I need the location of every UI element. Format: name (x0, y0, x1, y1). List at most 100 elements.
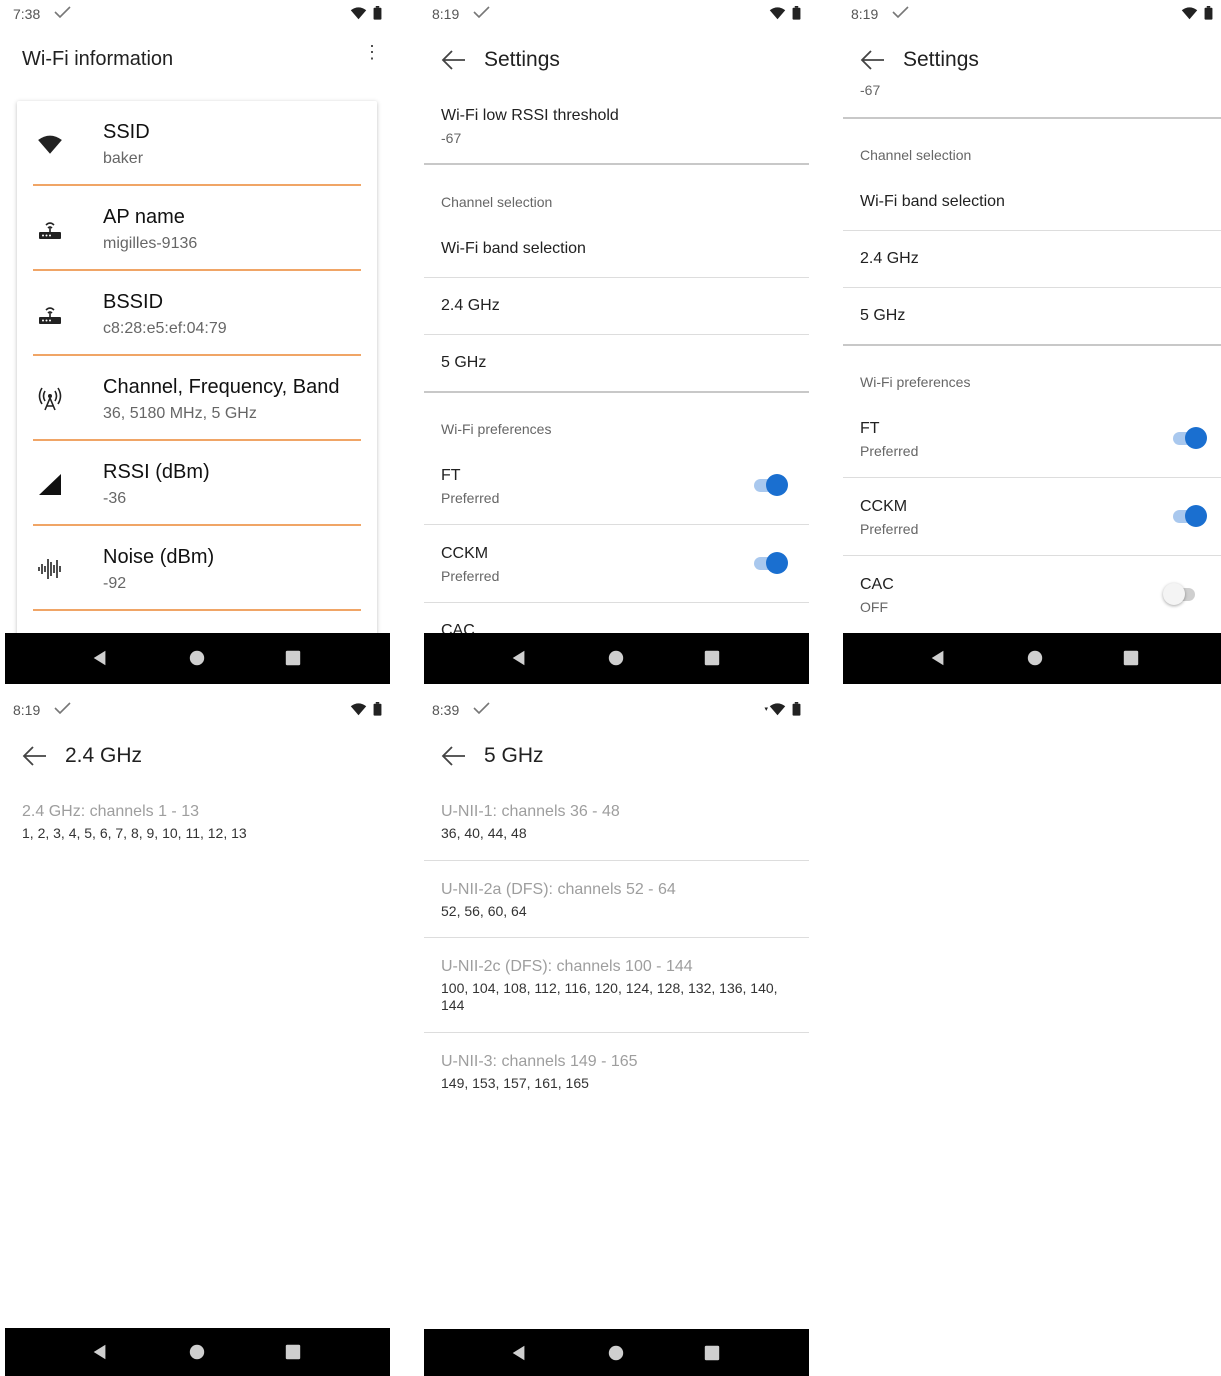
info-label: AP name (103, 206, 185, 228)
nav-back-icon[interactable] (510, 649, 528, 667)
wifi-status-icon (350, 7, 367, 20)
nav-home-icon[interactable] (188, 1343, 206, 1361)
app-bar: Settings (424, 36, 809, 84)
info-item-bssid: BSSID c8:28:e5:ef:04:79 (33, 271, 361, 356)
divider (843, 230, 1221, 231)
band-selection-item[interactable]: Wi-Fi band selection (441, 240, 586, 258)
section-header: Wi-Fi preferences (860, 374, 971, 390)
back-arrow-icon[interactable] (440, 46, 468, 74)
navigation-bar (424, 633, 809, 684)
channel-group-title: U-NII-1: channels 36 - 48 (441, 803, 620, 820)
nav-back-icon[interactable] (510, 1344, 528, 1362)
back-arrow-icon[interactable] (440, 742, 468, 770)
battery-icon (373, 702, 382, 716)
screen-settings-top: 8:19 Settings Wi-Fi low RSSI threshold -… (424, 0, 809, 684)
band-24-item[interactable]: 2.4 GHz (860, 250, 919, 268)
channel-list: 1, 2, 3, 4, 5, 6, 7, 8, 9, 10, 11, 12, 1… (22, 825, 247, 841)
check-icon (471, 2, 491, 22)
waveform-icon (37, 556, 63, 582)
info-item-ssid: SSID baker (33, 101, 361, 186)
status-time: 8:19 (851, 6, 879, 22)
nav-recent-icon[interactable] (703, 1344, 721, 1362)
setting-title: CAC (860, 576, 894, 593)
setting-title: CCKM (441, 545, 489, 562)
channel-list: 52, 56, 60, 64 (441, 903, 527, 919)
channel-group-title: U-NII-2a (DFS): channels 52 - 64 (441, 881, 676, 898)
nav-recent-icon[interactable] (703, 649, 721, 667)
info-item-ap-name: AP name migilles-9136 (33, 186, 361, 271)
setting-subtitle: Preferred (441, 568, 500, 584)
check-icon (52, 698, 72, 718)
ft-toggle[interactable] (1171, 426, 1209, 450)
info-item-noise: Noise (dBm) -92 (33, 526, 361, 611)
page-title: 2.4 GHz (65, 744, 143, 767)
band-selection-item[interactable]: Wi-Fi band selection (860, 193, 1005, 211)
nav-back-icon[interactable] (91, 1343, 109, 1361)
status-bar: 8:19 (424, 0, 809, 28)
setting-subtitle: Preferred (441, 490, 500, 506)
back-arrow-icon[interactable] (21, 742, 49, 770)
band-5-item[interactable]: 5 GHz (860, 307, 905, 325)
section-divider (424, 163, 809, 165)
check-icon (52, 2, 72, 22)
nav-recent-icon[interactable] (284, 1343, 302, 1361)
info-label: SSID (103, 121, 150, 143)
router-icon (37, 216, 63, 242)
nav-home-icon[interactable] (188, 649, 206, 667)
divider (843, 555, 1221, 556)
divider (843, 477, 1221, 478)
nav-recent-icon[interactable] (1122, 649, 1140, 667)
navigation-bar (843, 633, 1221, 684)
setting-subtitle: OFF (860, 599, 888, 615)
status-bar: 8:19 (843, 0, 1221, 28)
channel-list: 149, 153, 157, 161, 165 (441, 1075, 589, 1091)
cckm-toggle[interactable] (752, 551, 790, 575)
app-bar: 2.4 GHz (5, 732, 390, 780)
info-value: 36, 5180 MHz, 5 GHz (103, 405, 257, 422)
overflow-menu-icon[interactable]: ⋮ (363, 43, 381, 61)
status-bar: 8:39 ▾ (424, 696, 809, 724)
status-bar: 7:38 (5, 0, 390, 28)
divider (424, 1032, 809, 1033)
nav-home-icon[interactable] (607, 649, 625, 667)
status-time: 8:19 (13, 702, 41, 718)
app-bar: Settings (843, 36, 1221, 82)
nav-home-icon[interactable] (1026, 649, 1044, 667)
back-arrow-icon[interactable] (859, 46, 887, 74)
page-title: Settings (484, 48, 560, 71)
setting-title: Wi-Fi low RSSI threshold (441, 107, 619, 124)
setting-value: -67 (441, 130, 462, 146)
divider (424, 277, 809, 278)
divider (424, 860, 809, 861)
setting-title: CCKM (860, 498, 908, 515)
setting-title: FT (441, 467, 461, 484)
nav-back-icon[interactable] (929, 649, 947, 667)
nav-back-icon[interactable] (91, 649, 109, 667)
setting-value-partial: -67 (860, 82, 881, 98)
channel-group-title: U-NII-2c (DFS): channels 100 - 144 (441, 958, 693, 975)
screen-wifi-information: 7:38 Wi-Fi information ⋮ SSID baker AP n… (5, 0, 390, 684)
data-activity-icon: ▾ (764, 706, 768, 713)
nav-home-icon[interactable] (607, 1344, 625, 1362)
section-header: Channel selection (860, 147, 972, 163)
wifi-status-icon (1181, 7, 1198, 20)
nav-recent-icon[interactable] (284, 649, 302, 667)
info-value: c8:28:e5:ef:04:79 (103, 320, 227, 337)
ft-toggle[interactable] (752, 473, 790, 497)
channel-list: 100, 104, 108, 112, 116, 120, 124, 128, … (441, 980, 778, 1013)
page-title: Settings (903, 48, 979, 71)
status-time: 7:38 (13, 6, 41, 22)
cac-toggle[interactable] (1163, 582, 1201, 606)
cckm-toggle[interactable] (1171, 504, 1209, 528)
band-24-item[interactable]: 2.4 GHz (441, 297, 500, 315)
section-divider (424, 391, 809, 393)
section-divider (843, 344, 1221, 346)
band-5-item[interactable]: 5 GHz (441, 354, 486, 372)
info-label: Channel, Frequency, Band (103, 376, 340, 398)
info-value: -36 (103, 490, 127, 507)
divider (424, 937, 809, 938)
info-value: migilles-9136 (103, 235, 198, 252)
divider (424, 524, 809, 525)
info-item-rssi: RSSI (dBm) -36 (33, 441, 361, 526)
divider (424, 334, 809, 335)
